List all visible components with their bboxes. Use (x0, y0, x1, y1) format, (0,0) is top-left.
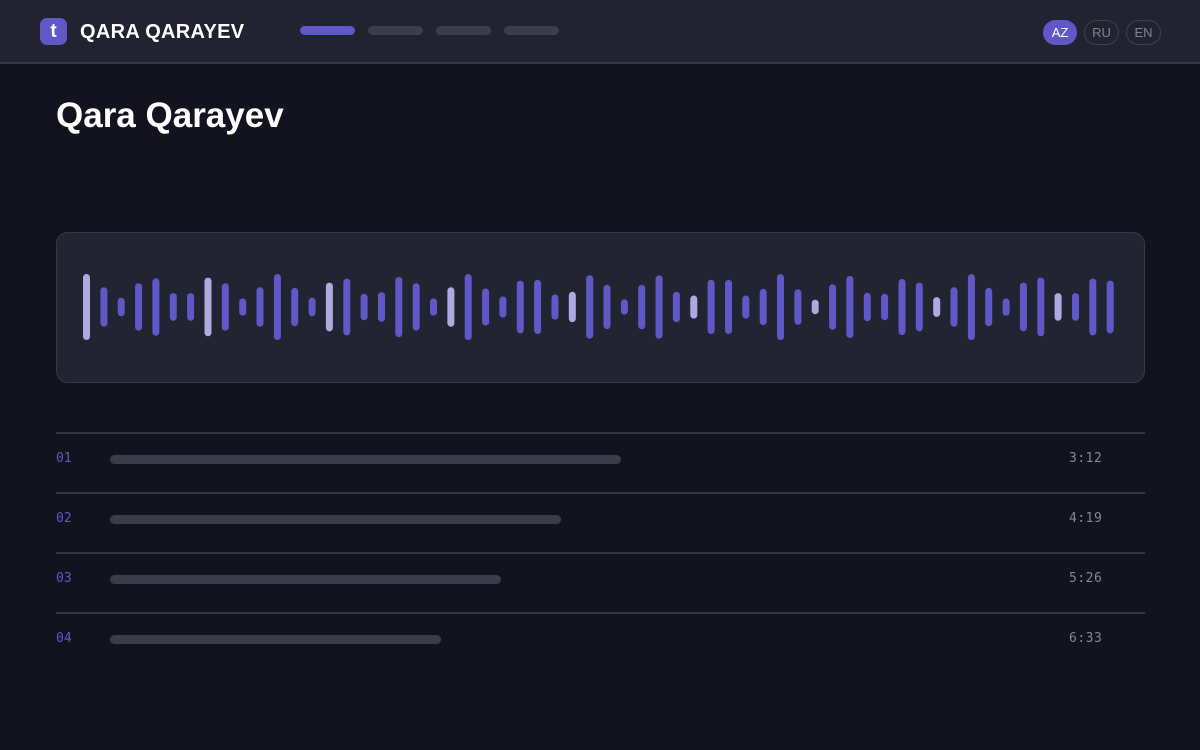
lang-en-button[interactable]: EN (1126, 20, 1161, 45)
waveform-bar[interactable] (638, 284, 646, 330)
nav-item-1[interactable] (300, 26, 355, 35)
track-number: 04 (56, 631, 72, 646)
waveform-bar[interactable] (725, 279, 732, 334)
track-duration: 6:33 (1069, 631, 1103, 646)
waveform-bar[interactable] (915, 282, 923, 332)
waveform-bar[interactable] (1106, 280, 1114, 334)
track-title-placeholder (110, 575, 501, 584)
waveform-bar[interactable] (846, 276, 854, 338)
track-duration: 5:26 (1069, 571, 1103, 586)
waveform-bar[interactable] (690, 295, 698, 319)
waveform-bar[interactable] (777, 274, 784, 340)
waveform-bar[interactable] (881, 293, 889, 321)
waveform-bar[interactable] (933, 297, 941, 317)
waveform-bar[interactable] (1037, 277, 1045, 337)
track-title-placeholder (110, 635, 441, 644)
waveform-bar[interactable] (586, 275, 594, 339)
waveform-bar[interactable] (1072, 293, 1079, 321)
track-row[interactable]: 04 6:33 (56, 612, 1145, 672)
waveform-bar[interactable] (117, 297, 125, 317)
waveform-bar[interactable] (187, 293, 195, 321)
waveform-bar[interactable] (273, 274, 281, 340)
nav-item-2[interactable] (368, 26, 423, 35)
waveform[interactable] (57, 233, 1144, 382)
waveform-bar[interactable] (1054, 293, 1062, 321)
waveform-bar[interactable] (985, 287, 993, 327)
logo-icon[interactable]: t (40, 18, 67, 45)
track-number: 01 (56, 451, 72, 466)
waveform-bar[interactable] (135, 283, 143, 331)
track-number: 02 (56, 511, 72, 526)
waveform-bar[interactable] (447, 287, 455, 327)
waveform-bar[interactable] (707, 279, 715, 334)
waveform-bar[interactable] (291, 287, 299, 327)
waveform-bar[interactable] (551, 294, 559, 320)
track-duration: 4:19 (1069, 511, 1103, 526)
waveform-bar[interactable] (1002, 298, 1010, 316)
waveform-bar[interactable] (308, 297, 316, 317)
waveform-bar[interactable] (221, 283, 229, 331)
waveform-bar[interactable] (898, 279, 906, 336)
waveform-bar[interactable] (482, 288, 490, 326)
waveform-bar[interactable] (759, 288, 767, 326)
waveform-bar[interactable] (950, 287, 958, 327)
waveform-bar[interactable] (534, 279, 542, 334)
waveform-bar[interactable] (863, 292, 871, 322)
waveform-bar[interactable] (395, 277, 403, 338)
waveform-bar[interactable] (169, 293, 177, 321)
waveform-bar[interactable] (378, 292, 385, 322)
waveform-bar[interactable] (412, 283, 420, 331)
track-row[interactable]: 01 3:12 (56, 432, 1145, 492)
waveform-bar[interactable] (100, 287, 108, 327)
waveform-bar[interactable] (655, 275, 663, 339)
track-row[interactable]: 02 4:19 (56, 492, 1145, 552)
track-row[interactable]: 03 5:26 (56, 552, 1145, 612)
waveform-bar[interactable] (499, 296, 507, 318)
track-title-placeholder (110, 455, 621, 464)
track-title-placeholder (110, 515, 561, 524)
waveform-bar[interactable] (742, 295, 750, 319)
waveform-bar[interactable] (464, 274, 472, 340)
waveform-bar[interactable] (325, 282, 333, 332)
waveform-bar[interactable] (811, 299, 819, 315)
lang-ru-button[interactable]: RU (1084, 20, 1119, 45)
track-number: 03 (56, 571, 72, 586)
nav-item-4[interactable] (504, 26, 559, 35)
nav-item-3[interactable] (436, 26, 491, 35)
waveform-bar[interactable] (239, 298, 247, 316)
waveform-bar[interactable] (343, 278, 351, 336)
brand-name[interactable]: QARA QARAYEV (80, 21, 244, 44)
top-bar: t QARA QARAYEV AZ RU EN (0, 0, 1200, 64)
waveform-bar[interactable] (430, 298, 437, 316)
waveform-bar[interactable] (1089, 278, 1097, 336)
waveform-bar[interactable] (83, 274, 90, 340)
lang-az-button[interactable]: AZ (1043, 20, 1077, 45)
waveform-panel[interactable] (56, 232, 1145, 383)
waveform-bar[interactable] (204, 277, 212, 337)
waveform-bar[interactable] (967, 274, 975, 340)
waveform-bar[interactable] (794, 289, 802, 325)
waveform-bar[interactable] (672, 291, 680, 323)
waveform-bar[interactable] (829, 284, 837, 330)
track-duration: 3:12 (1069, 451, 1103, 466)
waveform-bar[interactable] (152, 278, 160, 336)
waveform-bar[interactable] (256, 287, 264, 327)
waveform-bar[interactable] (360, 293, 368, 321)
waveform-bar[interactable] (1019, 282, 1027, 332)
waveform-bar[interactable] (620, 299, 628, 315)
waveform-bar[interactable] (568, 291, 576, 323)
waveform-bar[interactable] (516, 280, 524, 334)
page-title: Qara Qarayev (56, 96, 284, 135)
waveform-bar[interactable] (603, 284, 611, 330)
